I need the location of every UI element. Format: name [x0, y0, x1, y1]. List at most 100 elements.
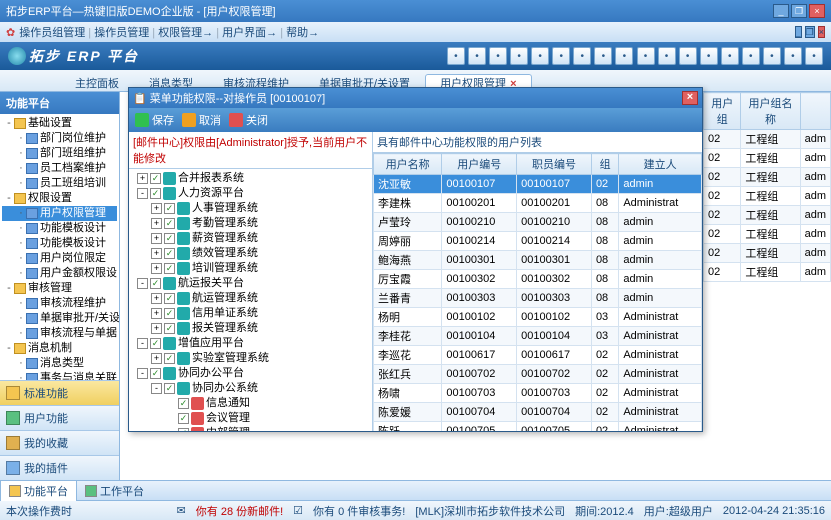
tree-toggle-icon[interactable]: - [151, 383, 162, 394]
tree-node[interactable]: -消息机制 [2, 341, 117, 356]
table-row[interactable]: 陈跃001007050010070502Administrat [374, 422, 702, 432]
checkbox[interactable]: ✓ [150, 188, 161, 199]
background-table[interactable]: 用户组用户组名称02工程组adm02工程组adm02工程组adm02工程组adm… [703, 92, 831, 282]
menu-item[interactable]: 操作员管理 [94, 27, 149, 39]
toolbar-button[interactable]: • [573, 47, 591, 65]
perm-tree-node[interactable]: +✓信用单证系统 [131, 306, 370, 321]
tree-toggle-icon[interactable]: - [137, 368, 148, 379]
checkbox[interactable]: ✓ [178, 413, 189, 424]
toolbar-button[interactable]: • [489, 47, 507, 65]
tree-toggle-icon[interactable]: + [137, 173, 148, 184]
bottom-tab[interactable]: 工作平台 [77, 481, 152, 501]
perm-tree-node[interactable]: ✓信息通知 [131, 396, 370, 411]
perm-tree-node[interactable]: +✓考勤管理系统 [131, 216, 370, 231]
tree-toggle-icon[interactable]: - [4, 341, 14, 356]
tree-node[interactable]: ·功能模板设计 [2, 236, 117, 251]
tree-toggle-icon[interactable]: - [137, 338, 148, 349]
tree-node[interactable]: ·员工档案维护 [2, 161, 117, 176]
table-row[interactable]: 02工程组adm [704, 244, 831, 263]
table-row[interactable]: 02工程组adm [704, 263, 831, 282]
menu-item[interactable]: 用户界面→ [222, 27, 277, 39]
table-header[interactable]: 职员编号 [517, 154, 592, 175]
checkbox[interactable]: ✓ [164, 203, 175, 214]
document-tab[interactable]: 主控面板 [60, 74, 134, 93]
toolbar-button[interactable]: • [510, 47, 528, 65]
perm-tree-node[interactable]: +✓培训管理系统 [131, 261, 370, 276]
checkbox[interactable]: ✓ [164, 353, 175, 364]
dialog-toolbar-button[interactable]: 关闭 [229, 112, 268, 128]
bottom-tab[interactable]: 功能平台 [0, 480, 77, 501]
tree-node[interactable]: ·用户权限管理 [2, 206, 117, 221]
tree-node[interactable]: ·审核流程维护 [2, 296, 117, 311]
table-header[interactable]: 用户组名称 [741, 93, 800, 130]
tree-toggle-icon[interactable]: · [16, 371, 26, 380]
tree-node[interactable]: ·员工班组培训 [2, 176, 117, 191]
tree-node[interactable]: ·单据审批开/关设 [2, 311, 117, 326]
tree-node[interactable]: ·功能模板设计 [2, 221, 117, 236]
perm-tree-node[interactable]: +✓航运管理系统 [131, 291, 370, 306]
menu-item[interactable]: 操作员组管理 [19, 27, 85, 39]
tree-toggle-icon[interactable]: · [16, 176, 26, 191]
accordion-item[interactable]: 我的插件 [0, 455, 119, 480]
toolbar-button[interactable]: • [763, 47, 781, 65]
tree-node[interactable]: -审核管理 [2, 281, 117, 296]
table-header[interactable]: 组 [591, 154, 618, 175]
tree-toggle-icon[interactable]: · [16, 146, 26, 161]
tree-node[interactable]: ·部门班组维护 [2, 146, 117, 161]
tree-toggle-icon[interactable]: + [151, 218, 162, 229]
dialog-close-button[interactable]: × [682, 91, 698, 105]
tree-toggle-icon[interactable]: · [16, 236, 26, 251]
window-restore-button[interactable]: ❐ [791, 4, 807, 18]
dialog-toolbar-button[interactable]: 取消 [182, 112, 221, 128]
tree-node[interactable]: -基础设置 [2, 116, 117, 131]
window-min-button[interactable]: _ [773, 4, 789, 18]
checkbox[interactable]: ✓ [150, 278, 161, 289]
toolbar-button[interactable]: • [679, 47, 697, 65]
tree-toggle-icon[interactable]: · [16, 266, 26, 281]
toolbar-button[interactable]: • [615, 47, 633, 65]
sidebar-tree[interactable]: -基础设置·部门岗位维护·部门班组维护·员工档案维护·员工班组培训-权限设置·用… [0, 114, 119, 380]
toolbar-button[interactable]: • [721, 47, 739, 65]
dialog-tree[interactable]: +✓合并报表系统-✓人力资源平台+✓人事管理系统+✓考勤管理系统+✓薪资管理系统… [129, 169, 372, 431]
table-row[interactable]: 02工程组adm [704, 225, 831, 244]
tree-toggle-icon[interactable]: · [16, 161, 26, 176]
table-row[interactable]: 02工程组adm [704, 149, 831, 168]
mdi-min-button[interactable]: _ [795, 26, 802, 38]
table-row[interactable]: 卢莹玲001002100010021008admin [374, 213, 702, 232]
tree-toggle-icon[interactable]: + [151, 293, 162, 304]
table-row[interactable]: 02工程组adm [704, 206, 831, 225]
table-row[interactable]: 李桂花001001040010010403Administrat [374, 327, 702, 346]
table-header[interactable]: 用户组 [704, 93, 741, 130]
tree-node[interactable]: ·用户岗位限定 [2, 251, 117, 266]
tree-toggle-icon[interactable]: + [151, 203, 162, 214]
tree-toggle-icon[interactable]: - [137, 188, 148, 199]
dialog-toolbar-button[interactable]: 保存 [135, 112, 174, 128]
table-row[interactable]: 厉宝霞001003020010030208admin [374, 270, 702, 289]
table-row[interactable]: 鲍海燕001003010010030108admin [374, 251, 702, 270]
accordion-item[interactable]: 标准功能 [0, 380, 119, 405]
tree-toggle-icon[interactable]: · [16, 311, 26, 326]
tree-toggle-icon[interactable]: - [4, 191, 14, 206]
perm-tree-node[interactable]: -✓人力资源平台 [131, 186, 370, 201]
perm-tree-node[interactable]: ✓会议管理 [131, 411, 370, 426]
checkbox[interactable]: ✓ [164, 308, 175, 319]
perm-tree-node[interactable]: +✓实验室管理系统 [131, 351, 370, 366]
tree-node[interactable]: ·用户金额权限设 [2, 266, 117, 281]
perm-tree-node[interactable]: +✓绩效管理系统 [131, 246, 370, 261]
tree-toggle-icon[interactable]: - [137, 278, 148, 289]
toolbar-button[interactable]: • [594, 47, 612, 65]
tree-node[interactable]: ·部门岗位维护 [2, 131, 117, 146]
checkbox[interactable]: ✓ [150, 173, 161, 184]
checkbox[interactable]: ✓ [178, 428, 189, 431]
toolbar-button[interactable]: • [637, 47, 655, 65]
status-mail[interactable]: 你有 28 份新邮件! [196, 503, 283, 519]
toolbar-button[interactable]: • [468, 47, 486, 65]
tree-toggle-icon[interactable]: - [4, 281, 14, 296]
window-close-button[interactable]: × [809, 4, 825, 18]
tree-toggle-icon[interactable]: + [151, 248, 162, 259]
table-row[interactable]: 李巡花001006170010061702Administrat [374, 346, 702, 365]
table-row[interactable]: 杨啸001007030010070302Administrat [374, 384, 702, 403]
table-header[interactable]: 用户名称 [374, 154, 442, 175]
tree-node[interactable]: ·消息类型 [2, 356, 117, 371]
tree-toggle-icon[interactable]: · [16, 326, 26, 341]
